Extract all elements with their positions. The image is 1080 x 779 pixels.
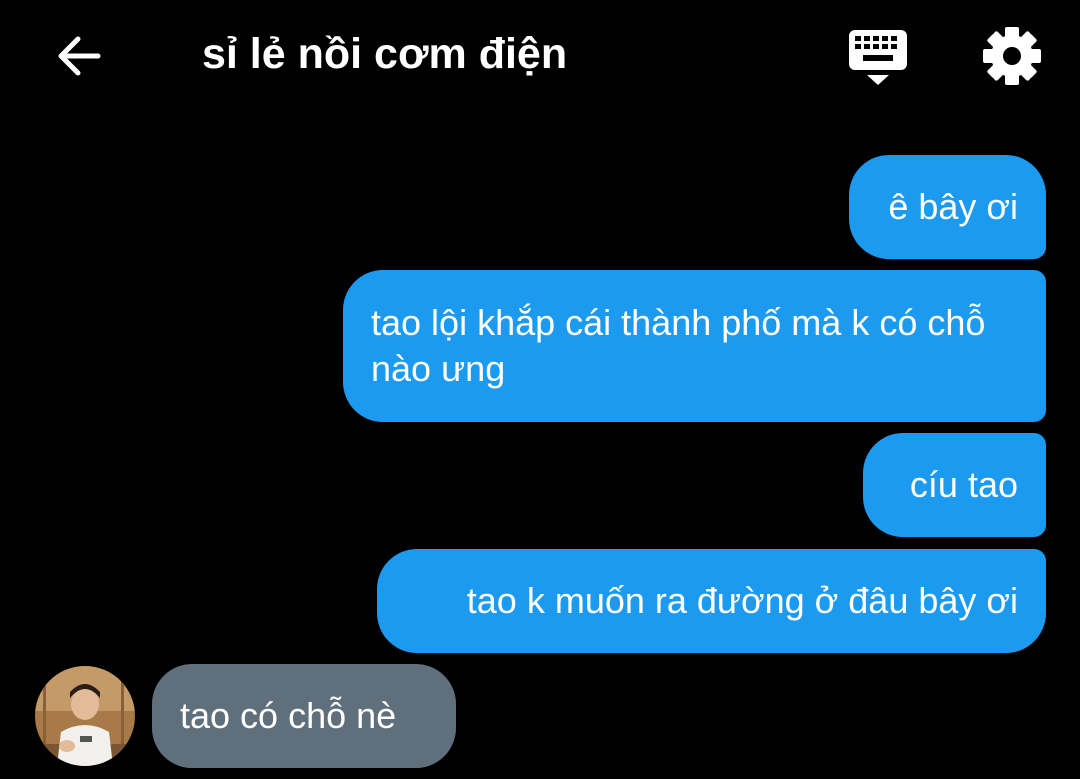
message-text: ê bây ơi — [888, 186, 1018, 227]
message-bubble-outgoing[interactable]: tao k muốn ra đường ở đâu bây ơi — [377, 549, 1046, 653]
arrow-left-icon — [58, 36, 101, 76]
keyboard-hide-icon — [849, 30, 907, 85]
message-text: tao lội khắp cái thành phố mà k có chỗ n… — [371, 302, 986, 389]
message-bubble-incoming[interactable]: tao có chỗ nè — [152, 664, 456, 768]
avatar[interactable] — [35, 666, 135, 766]
chat-title: sỉ lẻ nồi cơm điện — [202, 30, 568, 78]
keyboard-toggle-button[interactable] — [846, 28, 910, 88]
message-text: tao có chỗ nè — [180, 695, 397, 736]
message-bubble-outgoing[interactable]: tao lội khắp cái thành phố mà k có chỗ n… — [343, 270, 1046, 422]
message-text: tao k muốn ra đường ở đâu bây ơi — [466, 580, 1018, 621]
settings-button[interactable] — [980, 24, 1044, 88]
back-button[interactable] — [50, 27, 108, 85]
avatar-photo — [35, 666, 135, 766]
message-bubble-outgoing[interactable]: ê bây ơi — [849, 155, 1046, 259]
gear-icon — [983, 27, 1041, 85]
message-bubble-outgoing[interactable]: cíu tao — [863, 433, 1046, 537]
app-header: sỉ lẻ nồi cơm điện — [0, 0, 1080, 110]
message-text: cíu tao — [909, 464, 1018, 505]
